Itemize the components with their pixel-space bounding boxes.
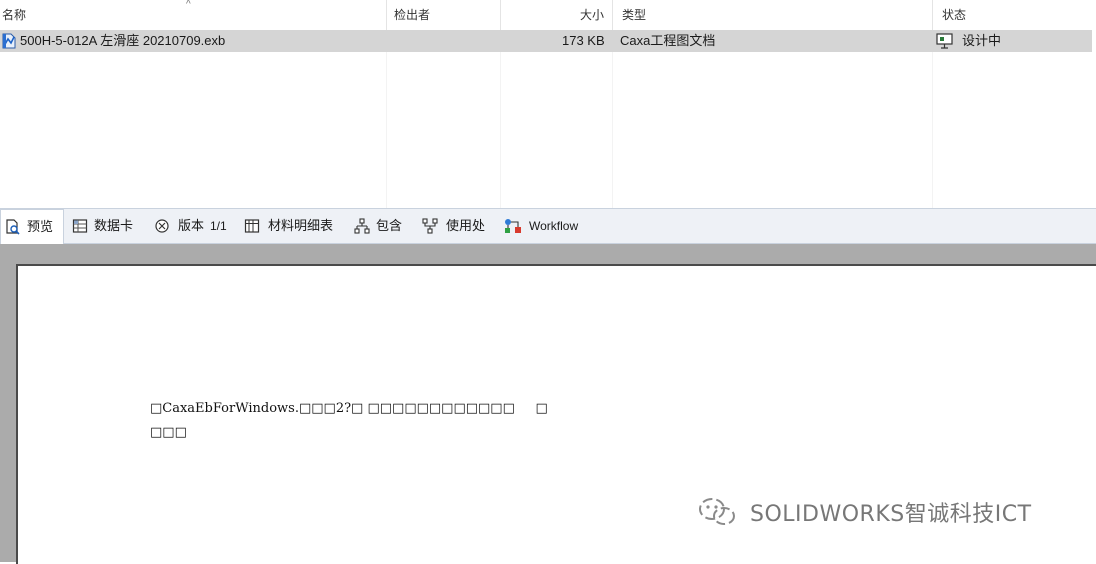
file-list: 名称 ^ 检出者 大小 类型 状态 500H-5-012A 左滑座 202107… — [0, 0, 1096, 208]
column-header-size[interactable]: 大小 — [580, 0, 604, 30]
file-row[interactable]: 500H-5-012A 左滑座 20210709.exb 173 KB Caxa… — [0, 30, 1092, 52]
tab-label: 包含 — [376, 218, 403, 233]
tab-label: Workflow — [529, 219, 579, 233]
tab-workflow[interactable]: Workflow — [500, 209, 592, 243]
tab-label: 使用处 — [446, 218, 486, 233]
column-divider[interactable] — [612, 0, 613, 30]
preview-tab-strip: 预览 数据卡 版本 1/1 材料明细表 包含 使用处 Workflow — [0, 208, 1096, 244]
tab-label: 预览 — [27, 219, 54, 234]
preview-icon — [6, 219, 20, 235]
preview-message-line-1: □CaxaEbForWindows.□□□2?□ □□□□□□□□□□□□ □ — [150, 401, 548, 416]
tab-label: 材料明细表 — [268, 218, 334, 233]
file-type: Caxa工程图文档 — [620, 33, 716, 48]
tab-bom[interactable]: 材料明细表 — [240, 209, 346, 243]
data-card-icon — [72, 219, 88, 233]
file-name: 500H-5-012A 左滑座 20210709.exb — [20, 33, 226, 48]
version-count: 1/1 — [210, 219, 227, 233]
column-header-state[interactable]: 状态 — [942, 0, 966, 30]
watermark-text: SOLIDWORKS智诚科技ICT — [750, 502, 1032, 527]
file-list-header: 名称 ^ 检出者 大小 类型 状态 — [0, 0, 1096, 30]
tab-where-used[interactable]: 使用处 — [418, 209, 496, 243]
column-header-checked-out-by[interactable]: 检出者 — [394, 0, 430, 30]
column-divider[interactable] — [500, 0, 501, 30]
tab-label: 版本 — [178, 218, 205, 233]
tab-label: 数据卡 — [94, 218, 134, 233]
workflow-state-icon — [936, 33, 953, 49]
bom-icon — [244, 219, 260, 233]
wechat-icon — [699, 498, 735, 525]
column-divider[interactable] — [932, 0, 933, 30]
exb-file-icon — [2, 33, 16, 49]
workflow-icon — [505, 219, 521, 233]
version-icon — [155, 219, 169, 233]
column-divider[interactable] — [386, 0, 387, 30]
file-state: 设计中 — [962, 33, 1002, 48]
tab-version[interactable]: 版本 1/1 — [150, 209, 238, 243]
tab-contains[interactable]: 包含 — [350, 209, 412, 243]
sort-ascending-icon: ^ — [186, 0, 191, 10]
column-header-name[interactable]: 名称 — [2, 0, 26, 30]
file-size: 173 KB — [562, 33, 605, 48]
where-used-icon — [422, 218, 438, 234]
tab-preview[interactable]: 预览 — [0, 209, 64, 244]
contains-icon — [354, 218, 370, 234]
tab-data-card[interactable]: 数据卡 — [68, 209, 144, 243]
column-header-type[interactable]: 类型 — [622, 0, 646, 30]
preview-message-line-2: □□□ — [150, 425, 187, 440]
